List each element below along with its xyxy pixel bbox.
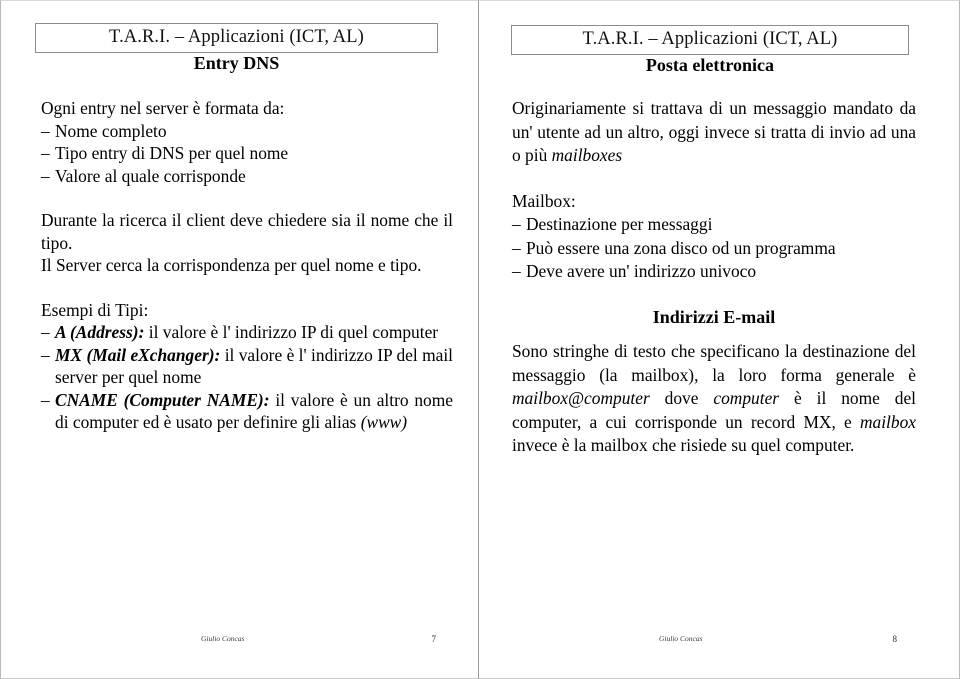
slide-footer: Giulio Concas 7 bbox=[201, 634, 436, 644]
paragraph-indirizzi-email-form: mailbox@computer bbox=[512, 388, 650, 408]
paragraph-indirizzi-mailbox: mailbox bbox=[859, 411, 916, 432]
paragraph-indirizzi: Sono stringhe di testo che specificano l… bbox=[512, 340, 916, 458]
dns-type-item: – A (Address): il valore è l' indirizzo I… bbox=[41, 321, 453, 344]
slide-header-banner: T.A.R.I. – Applicazioni (ICT, AL) bbox=[35, 23, 438, 54]
paragraph-origine: Originariamente si trattava di un messag… bbox=[512, 97, 916, 168]
mailbox-label: Mailbox: bbox=[512, 190, 576, 211]
examples-label: Esempi di Tipi: bbox=[41, 299, 149, 320]
list-item-label: Tipo entry di DNS per quel nome bbox=[55, 143, 289, 163]
dash-icon: – bbox=[512, 237, 521, 258]
slide-body: Ogni entry nel server è formata da: – Nom… bbox=[41, 97, 453, 434]
footer-author: Giulio Concas bbox=[201, 634, 245, 643]
dash-icon: – bbox=[512, 214, 521, 234]
page-number: 8 bbox=[892, 634, 898, 644]
dash-icon: – bbox=[41, 322, 50, 342]
slide-subtitle: Posta elettronica bbox=[645, 55, 775, 75]
paragraph-indirizzi-part2: dove bbox=[649, 388, 714, 408]
dns-type-item: – MX (Mail eXchanger): il valore è l' ind… bbox=[41, 344, 453, 389]
dns-type-term: CNAME (Computer NAME): bbox=[55, 389, 270, 410]
paragraph-server: Il Server cerca la corrispondenza per qu… bbox=[41, 255, 422, 275]
dash-icon: – bbox=[41, 120, 50, 141]
paragraph-origine-mailboxes: mailboxes bbox=[551, 145, 623, 165]
slide-page-7: T.A.R.I. – Applicazioni (ICT, AL) Entry … bbox=[0, 0, 479, 679]
dns-type-definition: il valore è l' indirizzo IP di quel comp… bbox=[148, 322, 439, 342]
list-item-label: Nome completo bbox=[55, 120, 167, 141]
dash-icon: – bbox=[41, 389, 50, 410]
intro-line: Ogni entry nel server è formata da: bbox=[41, 98, 285, 118]
paragraph-indirizzi-computer: computer bbox=[713, 388, 780, 408]
slide-page-8: T.A.R.I. – Applicazioni (ICT, AL) Posta … bbox=[479, 0, 960, 679]
dns-type-item: – CNAME (Computer NAME): il valore è un a… bbox=[41, 389, 453, 434]
section-heading-indirizzi: Indirizzi E-mail bbox=[652, 306, 776, 327]
list-item-label: Destinazione per messaggi bbox=[526, 214, 713, 234]
slide-header-banner: T.A.R.I. – Applicazioni (ICT, AL) bbox=[511, 25, 909, 56]
list-item: – Deve avere un' indirizzo univoco bbox=[512, 260, 916, 284]
slide-footer: Giulio Concas 8 bbox=[659, 634, 897, 644]
page-number: 7 bbox=[431, 634, 437, 644]
slide-spread: T.A.R.I. – Applicazioni (ICT, AL) Entry … bbox=[0, 0, 960, 679]
paragraph-ricerca: Durante la ricerca il client deve chiede… bbox=[41, 210, 453, 253]
dash-icon: – bbox=[512, 261, 521, 281]
dash-icon: – bbox=[41, 165, 50, 186]
list-item: – Può essere una zona disco od un program… bbox=[512, 237, 916, 261]
list-item: – Nome completo bbox=[41, 120, 453, 143]
dns-type-term: A (Address): bbox=[55, 322, 145, 342]
list-item: – Valore al quale corrisponde bbox=[41, 165, 453, 188]
footer-author: Giulio Concas bbox=[659, 634, 703, 643]
dns-type-definition-alias: (www) bbox=[360, 412, 408, 432]
slide-subtitle: Entry DNS bbox=[193, 53, 280, 73]
slide-body: Originariamente si trattava di un messag… bbox=[512, 97, 916, 458]
list-item-label: Valore al quale corrisponde bbox=[55, 165, 246, 186]
dash-icon: – bbox=[41, 344, 50, 365]
paragraph-indirizzi-part4: invece è la mailbox che risiede su quel … bbox=[512, 435, 855, 455]
dns-type-term: MX (Mail eXchanger): bbox=[55, 344, 221, 365]
list-item-label: Deve avere un' indirizzo univoco bbox=[526, 261, 757, 281]
paragraph-indirizzi-part1: Sono stringhe di testo che specificano l… bbox=[512, 341, 916, 385]
list-item: – Tipo entry di DNS per quel nome bbox=[41, 142, 453, 165]
list-item-label: Può essere una zona disco od un programm… bbox=[526, 237, 836, 258]
dash-icon: – bbox=[41, 143, 50, 163]
list-item: – Destinazione per messaggi bbox=[512, 213, 916, 237]
